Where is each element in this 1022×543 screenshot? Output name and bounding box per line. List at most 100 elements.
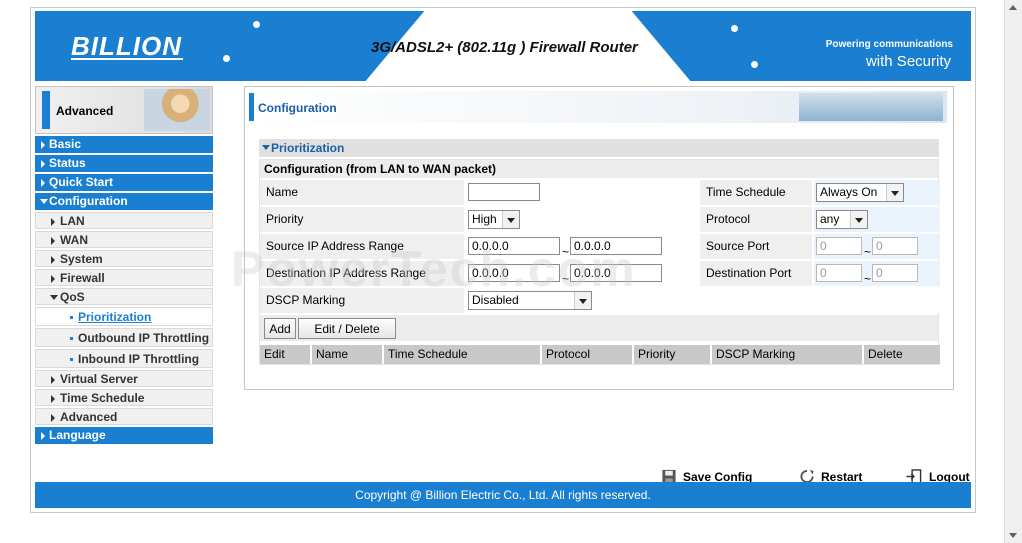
destination-port-to-input[interactable] [872, 264, 918, 282]
header-accent-bar [249, 93, 254, 121]
sidebar-item-configuration[interactable]: Configuration [35, 193, 213, 210]
sidebar-nav: Basic Status Quick Start Configuration L… [35, 136, 213, 446]
form-row-destination: Destination IP Address Range ~ Destinati… [260, 259, 940, 286]
chevron-right-icon [41, 432, 45, 440]
section-accent-bar [42, 91, 50, 129]
sidebar-item-virtual-server[interactable]: Virtual Server [35, 370, 213, 387]
chevron-down-icon [574, 292, 591, 309]
form-subheader: Configuration (from LAN to WAN packet) [260, 160, 938, 178]
chevron-right-icon [51, 376, 55, 384]
sidebar-item-label: Prioritization [78, 310, 152, 324]
priority-label: Priority [260, 207, 464, 232]
vertical-scrollbar[interactable] [1004, 0, 1022, 543]
source-ip-from-input[interactable] [468, 237, 560, 255]
dscp-label: DSCP Marking [260, 288, 464, 313]
chevron-right-icon [41, 141, 45, 149]
protocol-label: Protocol [700, 207, 812, 232]
sidebar-item-quick-start[interactable]: Quick Start [35, 174, 213, 191]
dscp-cell: Disabled [466, 288, 940, 313]
priority-value: High [472, 212, 497, 226]
add-button[interactable]: Add [264, 318, 296, 339]
priority-select[interactable]: High [468, 210, 520, 229]
name-label: Name [260, 180, 464, 205]
column-header-time-schedule: Time Schedule [384, 345, 540, 364]
source-ip-to-input[interactable] [570, 237, 662, 255]
bullet-icon [70, 316, 73, 319]
source-port-from-input[interactable] [816, 237, 862, 255]
sidebar-item-system[interactable]: System [35, 250, 213, 267]
sidebar-item-basic[interactable]: Basic [35, 136, 213, 153]
sidebar-item-outbound-ip-throttling[interactable]: Outbound IP Throttling [35, 328, 213, 347]
form-row-name: Name Time Schedule Always On [260, 178, 940, 205]
chevron-right-icon [41, 179, 45, 187]
column-header-delete: Delete [864, 345, 940, 364]
destination-ip-label: Destination IP Address Range [260, 261, 464, 286]
column-header-name: Name [312, 345, 382, 364]
chevron-right-icon [51, 237, 55, 245]
sidebar-item-advanced[interactable]: Advanced [35, 408, 213, 425]
form-row-source: Source IP Address Range ~ Source Port ~ [260, 232, 940, 259]
source-ip-label: Source IP Address Range [260, 234, 464, 259]
chevron-down-icon [40, 199, 48, 204]
sidebar-item-status[interactable]: Status [35, 155, 213, 172]
sidebar-item-qos[interactable]: QoS [35, 288, 213, 305]
office-image [799, 93, 943, 121]
rules-table-header: Edit Name Time Schedule Protocol Priorit… [260, 341, 940, 364]
sidebar-item-firewall[interactable]: Firewall [35, 269, 213, 286]
header-dot [253, 21, 260, 28]
chevron-down-icon [850, 211, 867, 228]
protocol-select[interactable]: any [816, 210, 868, 229]
header-dot [731, 25, 738, 32]
configuration-header: Configuration [249, 91, 947, 123]
destination-ip-to-input[interactable] [570, 264, 662, 282]
dscp-value: Disabled [472, 293, 519, 307]
product-title: 3G/ADSL2+ (802.11g ) Firewall Router [371, 39, 638, 56]
sidebar-item-label: Basic [49, 137, 82, 151]
sidebar-item-label: Language [49, 428, 106, 442]
sidebar-item-language[interactable]: Language [35, 427, 213, 444]
name-input[interactable] [468, 183, 540, 201]
dscp-select[interactable]: Disabled [468, 291, 592, 310]
sidebar-item-inbound-ip-throttling[interactable]: Inbound IP Throttling [35, 349, 213, 368]
destination-ip-from-input[interactable] [468, 264, 560, 282]
source-port-to-input[interactable] [872, 237, 918, 255]
protocol-cell: any [814, 207, 940, 232]
section-photo [144, 89, 210, 131]
sidebar-item-prioritization[interactable]: Prioritization [35, 307, 213, 326]
destination-port-from-input[interactable] [816, 264, 862, 282]
form-row-dscp: DSCP Marking Disabled [260, 286, 940, 313]
source-port-cell: ~ [814, 234, 940, 259]
protocol-value: any [820, 212, 840, 226]
sidebar-item-label: Time Schedule [60, 391, 145, 405]
sidebar-item-label: Firewall [60, 271, 105, 285]
destination-ip-cell: ~ [466, 261, 698, 286]
page-title: Configuration [258, 101, 337, 115]
section-label: Advanced [56, 104, 114, 118]
sidebar-item-label: System [60, 252, 103, 266]
tagline-line2: with Security [865, 53, 951, 70]
sidebar-item-lan[interactable]: LAN [35, 212, 213, 229]
scroll-down-icon[interactable] [1009, 533, 1017, 538]
sidebar-item-label: Status [49, 156, 86, 170]
sidebar-item-label: LAN [60, 214, 85, 228]
chevron-down-icon [502, 211, 519, 228]
header-dot [751, 61, 758, 68]
column-header-edit: Edit [260, 345, 310, 364]
source-ip-cell: ~ [466, 234, 698, 259]
sidebar-item-time-schedule[interactable]: Time Schedule [35, 389, 213, 406]
logo-underline [71, 58, 183, 60]
prioritization-panel: Prioritization Configuration (from LAN t… [259, 139, 940, 365]
edit-delete-button[interactable]: Edit / Delete [298, 318, 396, 339]
scroll-up-icon[interactable] [1009, 5, 1017, 10]
tagline-line1: Powering communications [825, 39, 953, 50]
chevron-right-icon [51, 218, 55, 226]
content-panel: Configuration Prioritization Configurati… [244, 86, 954, 390]
chevron-down-icon [886, 184, 903, 201]
chevron-down-icon [50, 295, 58, 300]
section-header-prioritization[interactable]: Prioritization [259, 139, 939, 157]
sidebar-item-wan[interactable]: WAN [35, 231, 213, 248]
bullet-icon [70, 337, 73, 340]
chevron-right-icon [51, 414, 55, 422]
time-schedule-select[interactable]: Always On [816, 183, 904, 202]
source-port-label: Source Port [700, 234, 812, 259]
